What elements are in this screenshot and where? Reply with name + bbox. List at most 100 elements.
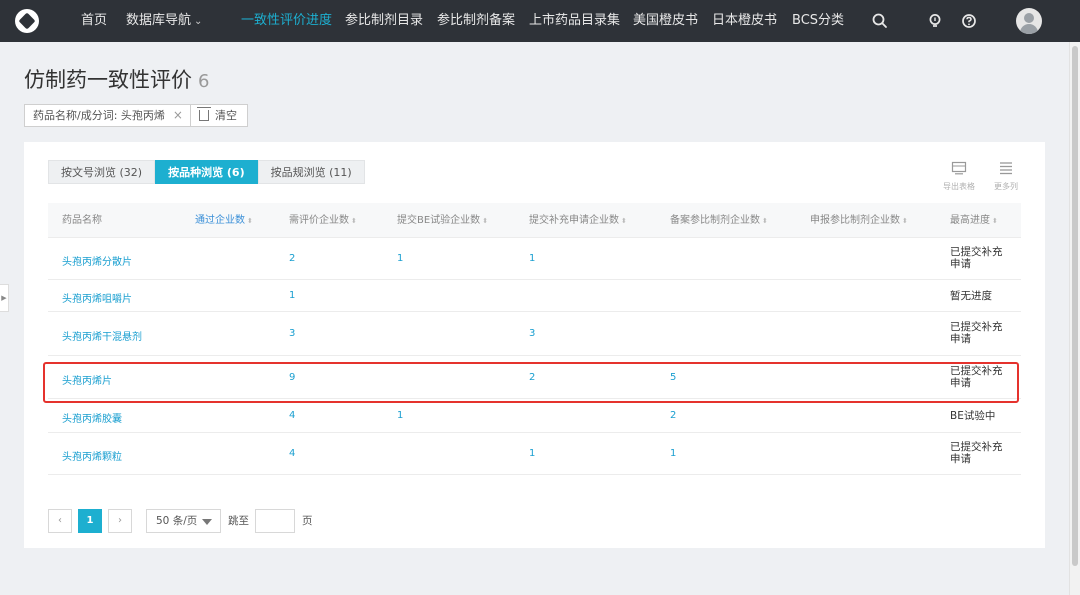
result-count: 6 bbox=[198, 71, 210, 92]
help-icon[interactable] bbox=[959, 11, 979, 31]
nav-bcs[interactable]: BCS分类 bbox=[792, 0, 844, 42]
supplement-value[interactable]: 1 bbox=[529, 448, 535, 459]
col-be-count[interactable]: 提交BE试验企业数 ⬍ bbox=[397, 203, 488, 238]
clear-label: 清空 bbox=[215, 109, 237, 122]
to-evaluate-value[interactable]: 4 bbox=[289, 448, 295, 459]
progress-value: 已提交补充申请 bbox=[950, 246, 1003, 270]
logo-icon[interactable] bbox=[15, 9, 39, 33]
be-value[interactable]: 1 bbox=[397, 410, 403, 421]
to-evaluate-value[interactable]: 1 bbox=[289, 290, 295, 301]
prev-page-button[interactable]: ‹ bbox=[48, 509, 72, 533]
top-navigation: 首页 数据库导航 ⌄ 一致性评价进度 参比制剂目录 参比制剂备案 上市药品目录集 … bbox=[0, 0, 1080, 42]
col-ref-applied-count[interactable]: 申报参比制剂企业数 ⬍ bbox=[810, 203, 908, 238]
caret-down-icon bbox=[202, 519, 212, 525]
drug-name-link[interactable]: 头孢丙烯分散片 bbox=[62, 253, 132, 268]
drug-name-link[interactable]: 头孢丙烯片 bbox=[62, 372, 112, 387]
nav-home[interactable]: 首页 bbox=[81, 0, 107, 42]
sidebar-toggle-icon[interactable]: ▶ bbox=[0, 284, 9, 312]
progress-value: 已提交补充申请 bbox=[950, 365, 1003, 389]
col-highest-progress[interactable]: 最高进度 ⬍ bbox=[950, 203, 998, 238]
col-to-evaluate-count[interactable]: 需评价企业数 ⬍ bbox=[289, 203, 357, 238]
page-1-button[interactable]: 1 bbox=[78, 509, 102, 533]
export-table-icon bbox=[951, 161, 967, 175]
be-value[interactable]: 1 bbox=[397, 253, 403, 264]
search-icon[interactable] bbox=[870, 11, 890, 31]
drug-name-link[interactable]: 头孢丙烯咀嚼片 bbox=[62, 290, 132, 305]
ref-filed-value[interactable]: 5 bbox=[670, 372, 676, 383]
table-row[interactable]: 头孢丙烯颗粒 4 1 1 已提交补充申请 bbox=[48, 433, 1021, 475]
sort-icon[interactable]: ⬍ bbox=[482, 217, 488, 225]
col-be-label: 提交BE试验企业数 bbox=[397, 215, 481, 226]
page-suffix-label: 页 bbox=[302, 515, 313, 527]
progress-value: 暂无进度 bbox=[950, 290, 992, 302]
export-label: 导出表格 bbox=[943, 182, 975, 191]
table-row[interactable]: 头孢丙烯咀嚼片 1 暂无进度 bbox=[48, 280, 1021, 312]
sort-icon[interactable]: ⬍ bbox=[992, 217, 998, 225]
ref-filed-value[interactable]: 1 bbox=[670, 448, 676, 459]
to-evaluate-value[interactable]: 9 bbox=[289, 372, 295, 383]
close-icon[interactable]: × bbox=[173, 108, 183, 122]
table-row[interactable]: 头孢丙烯干混悬剂 3 3 已提交补充申请 bbox=[48, 312, 1021, 356]
sort-icon[interactable]: ⬍ bbox=[902, 217, 908, 225]
filter-tag-label: 药品名称/成分词: 头孢丙烯 bbox=[33, 109, 165, 122]
progress-value: 已提交补充申请 bbox=[950, 441, 1003, 465]
jump-page-input[interactable] bbox=[255, 509, 295, 533]
nav-reference-filing[interactable]: 参比制剂备案 bbox=[437, 0, 515, 42]
col-supplement-label: 提交补充申请企业数 bbox=[529, 215, 619, 226]
table-row[interactable]: 头孢丙烯分散片 2 1 1 已提交补充申请 bbox=[48, 238, 1021, 280]
results-table: 药品名称 通过企业数 ⬍ 需评价企业数 ⬍ 提交BE试验企业数 ⬍ 提交补充申请企业数… bbox=[48, 203, 1021, 475]
drug-name-link[interactable]: 头孢丙烯胶囊 bbox=[62, 410, 122, 425]
trash-icon bbox=[197, 107, 211, 121]
to-evaluate-value[interactable]: 4 bbox=[289, 410, 295, 421]
col-supplement-count[interactable]: 提交补充申请企业数 ⬍ bbox=[529, 203, 627, 238]
more-columns-label: 更多列 bbox=[994, 182, 1018, 191]
sort-icon[interactable]: ⬍ bbox=[762, 217, 768, 225]
col-passed-count[interactable]: 通过企业数 ⬍ bbox=[195, 203, 253, 238]
table-row-highlighted[interactable]: 头孢丙烯片 9 2 5 已提交补充申请 bbox=[48, 356, 1021, 399]
page-title-text: 仿制药一致性评价 bbox=[24, 68, 192, 92]
drug-name-link[interactable]: 头孢丙烯干混悬剂 bbox=[62, 328, 142, 343]
results-card: 按文号浏览 (32) 按品种浏览 (6) 按品规浏览 (11) 导出表格 更多列… bbox=[24, 142, 1045, 548]
supplement-value[interactable]: 1 bbox=[529, 253, 535, 264]
sort-icon[interactable]: ⬍ bbox=[247, 217, 253, 225]
col-progress-label: 最高进度 bbox=[950, 215, 990, 226]
supplement-value[interactable]: 3 bbox=[529, 328, 535, 339]
progress-value: BE试验中 bbox=[950, 410, 996, 422]
clear-filters-button[interactable]: 清空 bbox=[190, 104, 248, 127]
next-page-button[interactable]: › bbox=[108, 509, 132, 533]
user-avatar[interactable] bbox=[1016, 8, 1042, 34]
nav-consistency-progress[interactable]: 一致性评价进度 bbox=[241, 0, 332, 42]
table-header: 药品名称 通过企业数 ⬍ 需评价企业数 ⬍ 提交BE试验企业数 ⬍ 提交补充申请企业数… bbox=[48, 203, 1021, 238]
nav-database-label: 数据库导航 bbox=[126, 13, 192, 28]
nav-reference-catalog[interactable]: 参比制剂目录 bbox=[345, 0, 423, 42]
nav-jp-orange-book[interactable]: 日本橙皮书 bbox=[712, 0, 777, 42]
nav-listed-drugs[interactable]: 上市药品目录集 bbox=[529, 0, 620, 42]
tab-by-specification[interactable]: 按品规浏览 (11) bbox=[257, 160, 365, 184]
supplement-value[interactable]: 2 bbox=[529, 372, 535, 383]
sort-icon[interactable]: ⬍ bbox=[351, 217, 357, 225]
table-row[interactable]: 头孢丙烯胶囊 4 1 2 BE试验中 bbox=[48, 399, 1021, 433]
scrollbar[interactable] bbox=[1069, 42, 1080, 595]
ref-filed-value[interactable]: 2 bbox=[670, 410, 676, 421]
page-size-select[interactable]: 50 条/页 bbox=[146, 509, 221, 533]
nav-us-orange-book[interactable]: 美国橙皮书 bbox=[633, 0, 698, 42]
chevron-down-icon: ⌄ bbox=[194, 16, 203, 27]
sort-icon[interactable]: ⬍ bbox=[621, 217, 627, 225]
tab-by-variety[interactable]: 按品种浏览 (6) bbox=[155, 160, 258, 184]
more-columns-button[interactable]: 更多列 bbox=[986, 160, 1026, 192]
progress-value: 已提交补充申请 bbox=[950, 321, 1003, 345]
nav-database[interactable]: 数据库导航 ⌄ bbox=[126, 0, 202, 42]
lightbulb-icon[interactable] bbox=[925, 11, 945, 31]
col-ref-filed-count[interactable]: 备案参比制剂企业数 ⬍ bbox=[670, 203, 768, 238]
to-evaluate-value[interactable]: 3 bbox=[289, 328, 295, 339]
browse-tabs: 按文号浏览 (32) 按品种浏览 (6) 按品规浏览 (11) bbox=[48, 160, 365, 184]
tab-by-approval-number[interactable]: 按文号浏览 (32) bbox=[48, 160, 156, 184]
scrollbar-thumb[interactable] bbox=[1072, 46, 1078, 566]
col-drug-name: 药品名称 bbox=[62, 215, 102, 226]
col-ref-applied-label: 申报参比制剂企业数 bbox=[810, 215, 900, 226]
to-evaluate-value[interactable]: 2 bbox=[289, 253, 295, 264]
col-to-evaluate-label: 需评价企业数 bbox=[289, 215, 349, 226]
col-ref-filed-label: 备案参比制剂企业数 bbox=[670, 215, 760, 226]
export-button[interactable]: 导出表格 bbox=[939, 160, 979, 192]
drug-name-link[interactable]: 头孢丙烯颗粒 bbox=[62, 448, 122, 463]
